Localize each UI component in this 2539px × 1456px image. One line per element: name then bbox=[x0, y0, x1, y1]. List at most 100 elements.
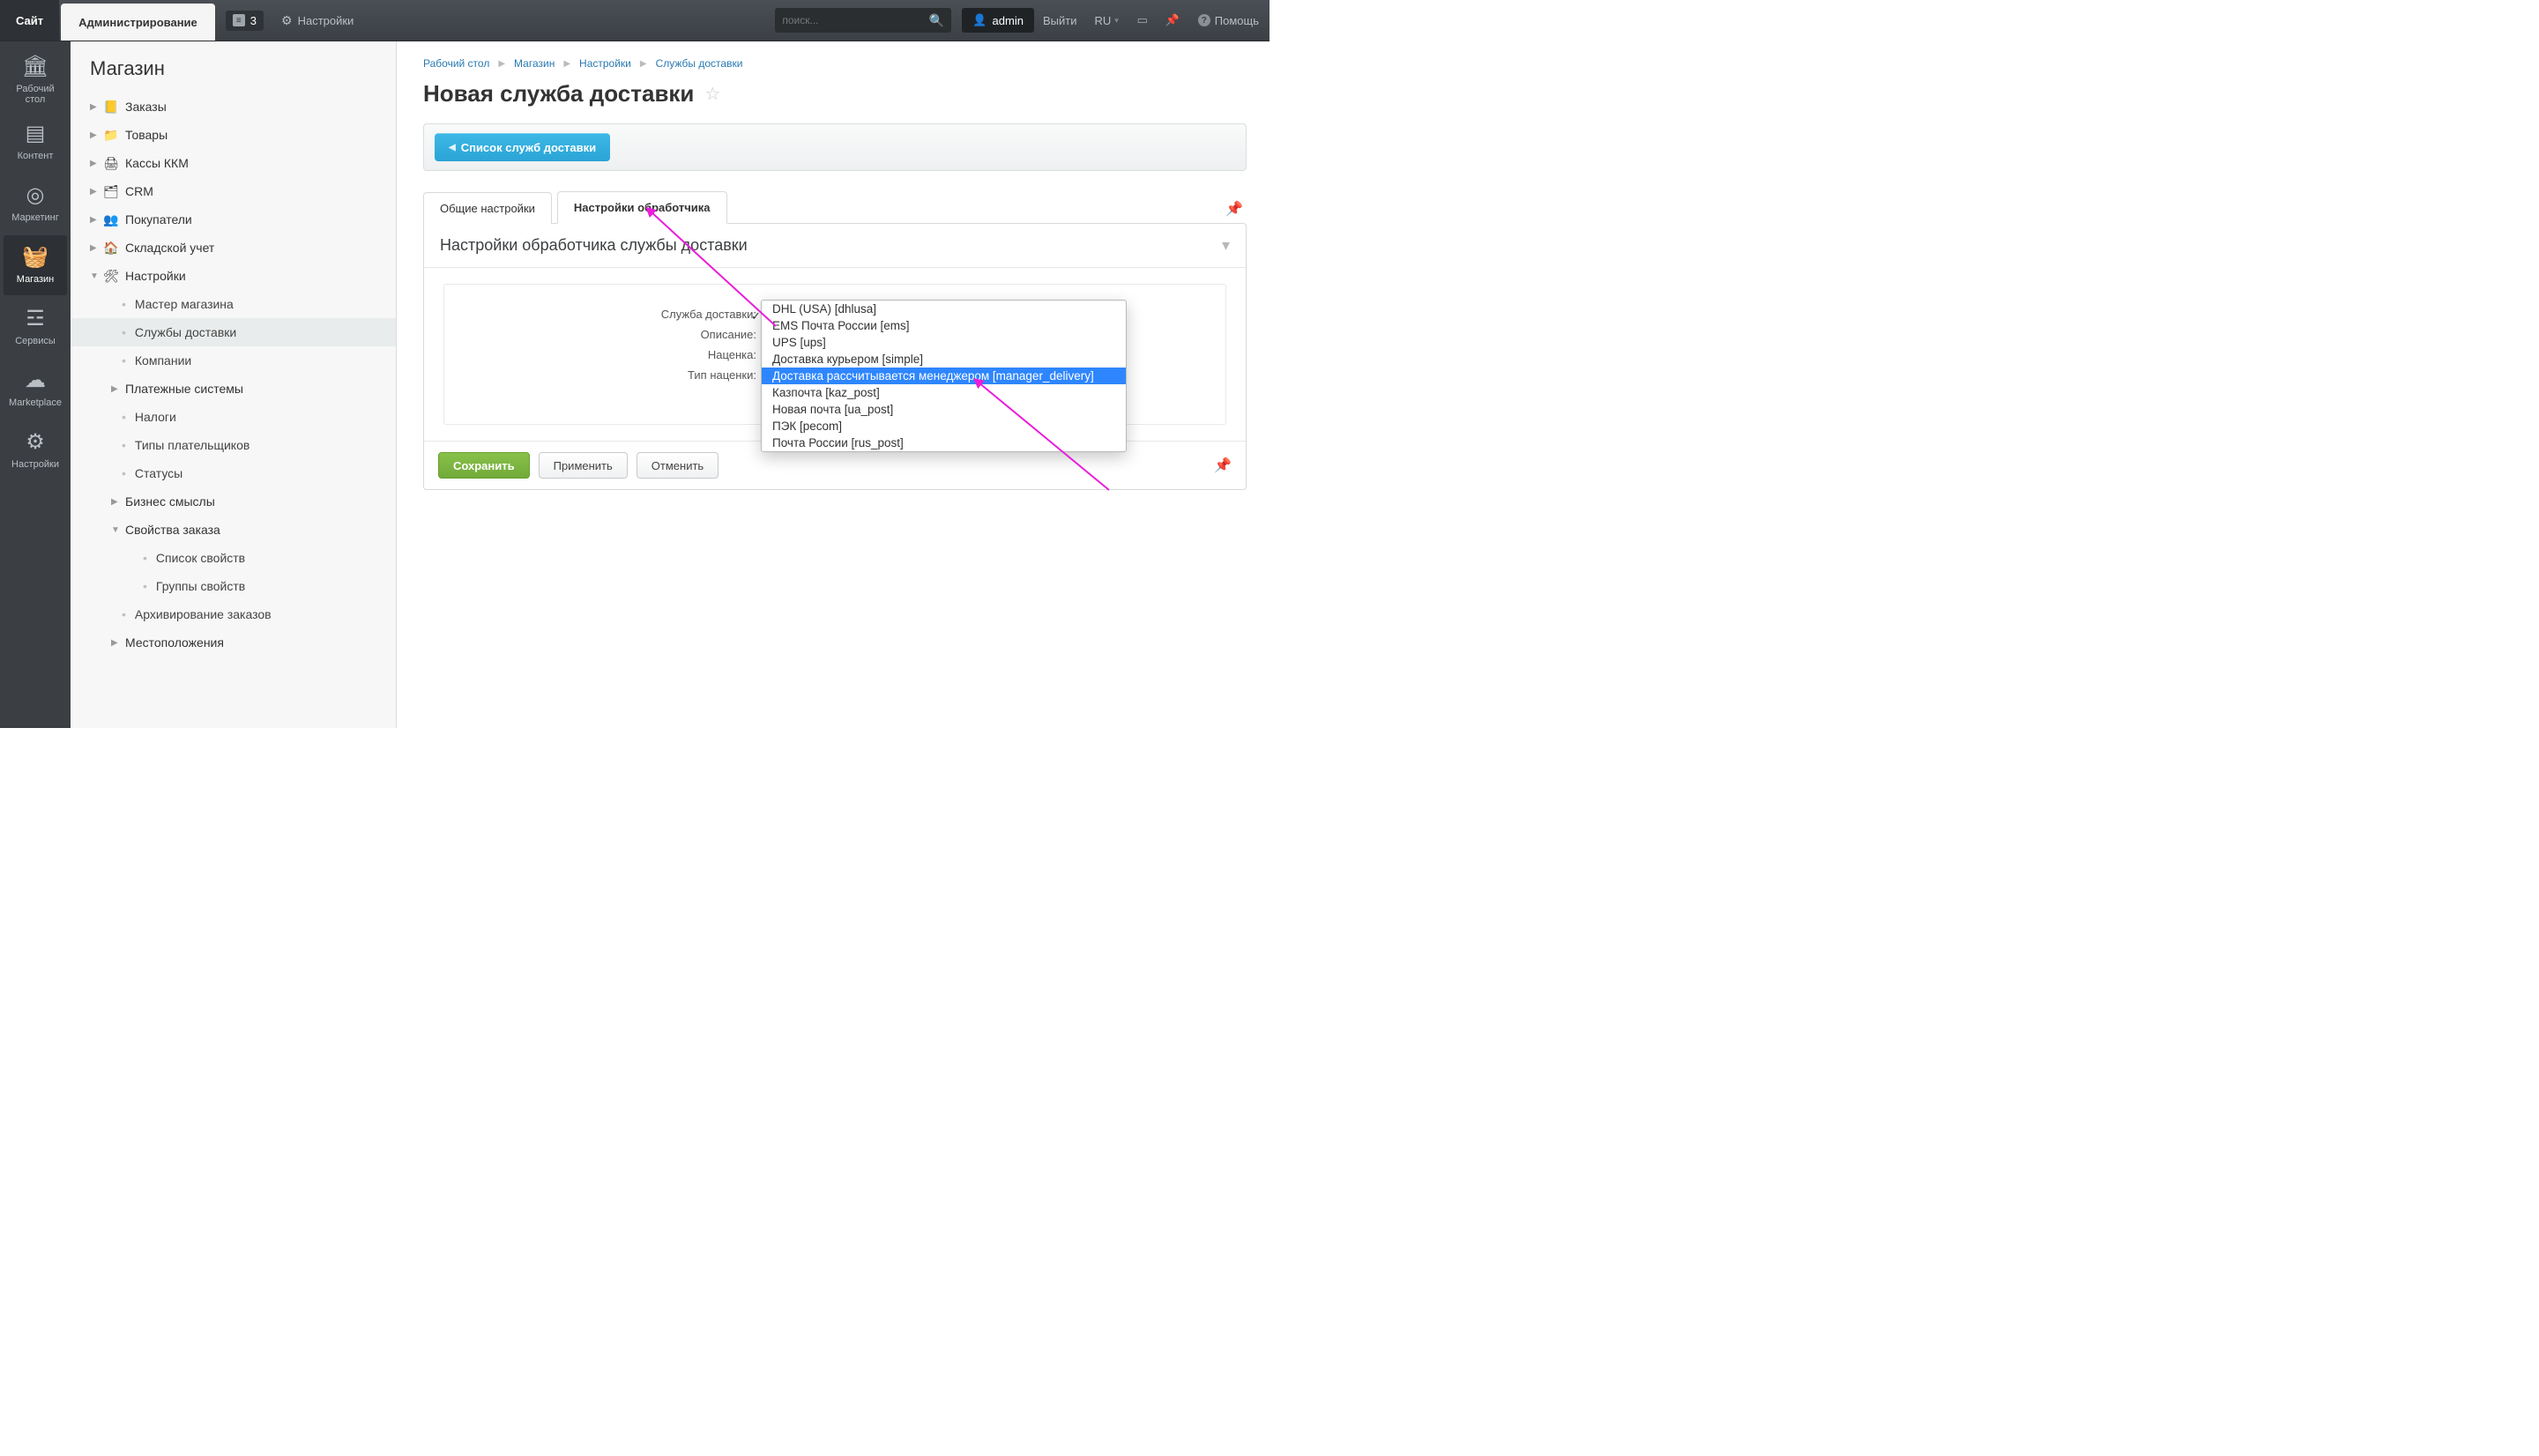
back-to-list-button[interactable]: Список служб доставки bbox=[435, 133, 610, 161]
dropdown-option[interactable]: Новая почта [ua_post] bbox=[762, 401, 1126, 418]
home-icon: 🏛 bbox=[22, 55, 48, 79]
label-service: Служба доставки: bbox=[458, 308, 767, 321]
label-markup-type: Тип наценки: bbox=[458, 368, 767, 382]
basket-icon: 🧺 bbox=[22, 245, 48, 270]
rail-desktop[interactable]: 🏛 Рабочий стол bbox=[4, 50, 67, 110]
tree-statuses[interactable]: Статусы bbox=[71, 459, 396, 487]
user-menu[interactable]: 👤 admin bbox=[962, 8, 1034, 33]
notification-badge[interactable]: ≡ 3 bbox=[226, 11, 264, 31]
tree-archiving[interactable]: Архивирование заказов bbox=[71, 600, 396, 628]
dropdown-option[interactable]: ПЭК [pecom] bbox=[762, 418, 1126, 435]
favorite-star-icon[interactable]: ☆ bbox=[704, 83, 720, 105]
search-icon: 🔍 bbox=[929, 13, 944, 28]
tab-admin[interactable]: Администрирование bbox=[61, 4, 215, 41]
tab-handler[interactable]: Настройки обработчика bbox=[557, 191, 727, 224]
rail-services[interactable]: ☲Сервисы bbox=[4, 297, 67, 357]
panel-icon[interactable]: ▭ bbox=[1130, 8, 1155, 33]
tree-paysys[interactable]: ▶Платежные системы bbox=[71, 375, 396, 403]
breadcrumb-item[interactable]: Магазин bbox=[514, 57, 555, 70]
notification-count: 3 bbox=[250, 14, 257, 27]
rail-label: Рабочий стол bbox=[16, 84, 54, 106]
lang-switch[interactable]: RU▾ bbox=[1085, 14, 1127, 27]
apply-button[interactable]: Применить bbox=[539, 452, 628, 479]
gear-icon: ⚙ bbox=[281, 13, 293, 28]
tree-proplist[interactable]: Список свойств bbox=[71, 544, 396, 572]
tabs: Общие настройки Настройки обработчика 📌 bbox=[423, 190, 1247, 223]
stack-icon: ☲ bbox=[26, 307, 45, 331]
pin-tabs-icon[interactable]: 📌 bbox=[1222, 195, 1247, 223]
pin-icon[interactable]: 📌 bbox=[1160, 8, 1185, 33]
tree-crm[interactable]: ▶🗂CRM bbox=[71, 177, 396, 205]
tree-warehouse[interactable]: ▶🏠Складской учет bbox=[71, 234, 396, 262]
rail-settings[interactable]: ⚙Настройки bbox=[4, 420, 67, 480]
collapse-icon[interactable]: ▾ bbox=[1222, 236, 1230, 255]
gear-icon: ⚙ bbox=[26, 430, 45, 455]
left-rail: 🏛 Рабочий стол ▤ Контент ◎Маркетинг 🧺 Магаз… bbox=[0, 41, 71, 728]
breadcrumb-item[interactable]: Рабочий стол bbox=[423, 57, 489, 70]
rail-label: Магазин bbox=[17, 274, 54, 286]
search-input[interactable] bbox=[782, 14, 929, 26]
breadcrumb-item[interactable]: Службы доставки bbox=[656, 57, 743, 70]
rail-marketplace[interactable]: ☁Marketplace bbox=[4, 359, 67, 419]
delivery-service-dropdown[interactable]: ✓ DHL (USA) [dhlusa]EMS Почта России [em… bbox=[761, 300, 1127, 452]
tab-site[interactable]: Сайт bbox=[0, 0, 59, 41]
top-settings-label: Настройки bbox=[298, 14, 354, 27]
rail-label: Контент bbox=[18, 151, 54, 162]
tree-payertypes[interactable]: Типы плательщиков bbox=[71, 431, 396, 459]
dropdown-option[interactable]: Казпочта [kaz_post] bbox=[762, 384, 1126, 401]
pin-footer-icon[interactable]: 📌 bbox=[1214, 457, 1232, 474]
user-label: admin bbox=[993, 14, 1024, 27]
rail-store[interactable]: 🧺 Магазин bbox=[4, 235, 67, 295]
dropdown-option[interactable]: Почта России [rus_post] bbox=[762, 435, 1126, 451]
dropdown-option[interactable]: Доставка курьером [simple] bbox=[762, 351, 1126, 368]
tree-propgroups[interactable]: Группы свойств bbox=[71, 572, 396, 600]
crm-icon: 🗂 bbox=[104, 184, 118, 198]
breadcrumbs: Рабочий стол▶ Магазин▶ Настройки▶ Службы… bbox=[423, 57, 1247, 70]
help-link[interactable]: ? Помощь bbox=[1188, 14, 1270, 27]
tree-delivery[interactable]: Службы доставки bbox=[71, 318, 396, 346]
tree-orderprops[interactable]: ▼Свойства заказа bbox=[71, 516, 396, 544]
tree-wizard[interactable]: Мастер магазина bbox=[71, 290, 396, 318]
cloud-icon: ☁ bbox=[25, 368, 46, 393]
breadcrumb-item[interactable]: Настройки bbox=[579, 57, 631, 70]
tree-companies[interactable]: Компании bbox=[71, 346, 396, 375]
top-settings-link[interactable]: ⚙ Настройки bbox=[281, 0, 354, 41]
sidebar-title: Магазин bbox=[71, 57, 396, 93]
rail-content[interactable]: ▤ Контент bbox=[4, 112, 67, 172]
dropdown-option[interactable]: EMS Почта России [ems] bbox=[762, 317, 1126, 334]
printer-icon: 🖨 bbox=[104, 156, 118, 170]
user-icon: 👤 bbox=[972, 13, 987, 27]
folder-icon: 📁 bbox=[104, 128, 118, 142]
dropdown-option[interactable]: Доставка рассчитывается менеджером [mana… bbox=[762, 368, 1126, 384]
notification-icon: ≡ bbox=[233, 14, 245, 26]
save-button[interactable]: Сохранить bbox=[438, 452, 530, 479]
check-icon: ✓ bbox=[751, 309, 761, 323]
house-icon: 🏠 bbox=[104, 241, 118, 255]
label-markup: Наценка: bbox=[458, 348, 767, 361]
topbar: Сайт Администрирование ≡ 3 ⚙ Настройки 🔍… bbox=[0, 0, 1270, 41]
dropdown-option[interactable]: UPS [ups] bbox=[762, 334, 1126, 351]
help-label: Помощь bbox=[1215, 14, 1259, 27]
panel-heading: Настройки обработчика службы доставки bbox=[440, 236, 748, 255]
tree-locations[interactable]: ▶Местоположения bbox=[71, 628, 396, 657]
tree-taxes[interactable]: Налоги bbox=[71, 403, 396, 431]
rail-label: Маркетинг bbox=[11, 212, 58, 224]
rail-marketing[interactable]: ◎Маркетинг bbox=[4, 174, 67, 234]
search-box[interactable]: 🔍 bbox=[775, 8, 951, 33]
tab-general[interactable]: Общие настройки bbox=[423, 192, 552, 224]
sidebar: Магазин ▶📒Заказы ▶📁Товары ▶🖨Кассы ККМ ▶🗂… bbox=[71, 41, 397, 728]
tree-bizsense[interactable]: ▶Бизнес смыслы bbox=[71, 487, 396, 516]
tree-orders[interactable]: ▶📒Заказы bbox=[71, 93, 396, 121]
toolbar: Список служб доставки bbox=[423, 123, 1247, 171]
tree-kkm[interactable]: ▶🖨Кассы ККМ bbox=[71, 149, 396, 177]
tree-buyers[interactable]: ▶👥Покупатели bbox=[71, 205, 396, 234]
label-description: Описание: bbox=[458, 328, 767, 341]
logout-link[interactable]: Выйти bbox=[1034, 14, 1086, 27]
people-icon: 👥 bbox=[104, 212, 118, 227]
document-icon: ▤ bbox=[26, 122, 46, 146]
tree-goods[interactable]: ▶📁Товары bbox=[71, 121, 396, 149]
help-icon: ? bbox=[1198, 14, 1210, 26]
dropdown-option[interactable]: DHL (USA) [dhlusa] bbox=[762, 301, 1126, 317]
cancel-button[interactable]: Отменить bbox=[637, 452, 719, 479]
tree-settings[interactable]: ▼🛠Настройки bbox=[71, 262, 396, 290]
